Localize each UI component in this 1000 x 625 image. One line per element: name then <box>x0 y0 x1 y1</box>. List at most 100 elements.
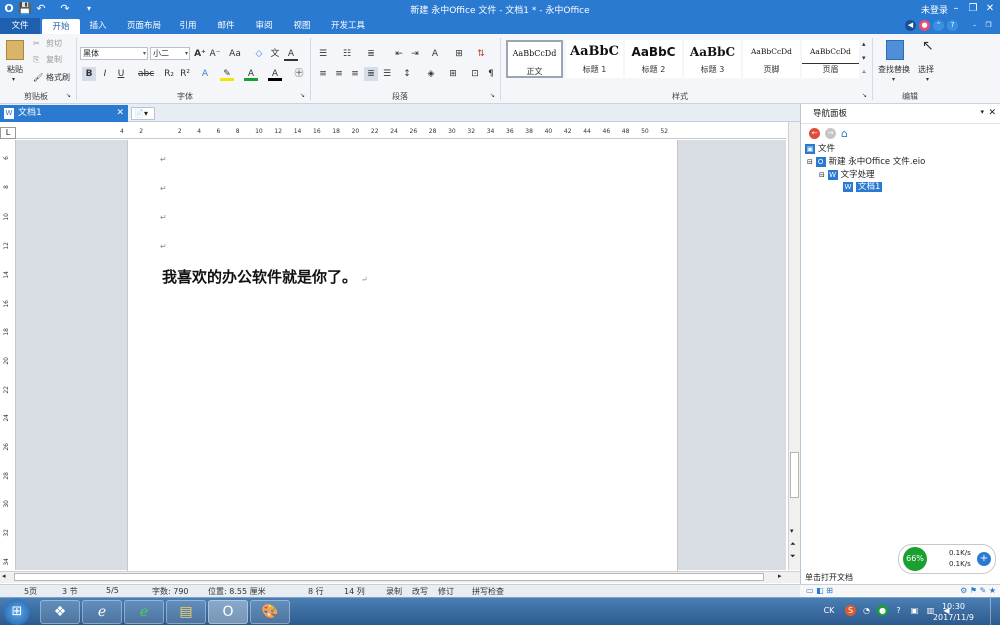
change-case-icon[interactable]: Aa <box>228 47 242 61</box>
highlight-icon[interactable]: ✎ <box>220 67 234 81</box>
styles-scroll-down-icon[interactable]: ▾ <box>862 52 866 64</box>
help-icon[interactable]: ? <box>947 20 958 31</box>
align-right-icon[interactable]: ≡ <box>348 67 362 81</box>
close-window-button[interactable]: ✕ <box>982 2 998 16</box>
paste-dropdown-icon[interactable]: ▾ <box>12 74 15 86</box>
explorer-icon[interactable]: ▤ <box>166 600 206 624</box>
character-spacing-icon[interactable]: ⊞ <box>452 47 466 61</box>
tab-review[interactable]: 审阅 <box>246 18 282 34</box>
nav-close-icon[interactable]: ✕ <box>988 108 996 118</box>
sort-icon[interactable]: ⇅ <box>474 47 488 61</box>
align-center-icon[interactable]: ≡ <box>332 67 346 81</box>
char-shading-icon[interactable]: A <box>268 67 282 81</box>
text-effect-icon[interactable]: A <box>198 67 212 81</box>
format-painter-icon[interactable]: 🖌 <box>33 72 43 84</box>
select-dropdown-icon[interactable]: ▾ <box>926 74 929 86</box>
decrease-indent-icon[interactable]: ⇤ <box>392 47 406 61</box>
document-tab[interactable]: W 文档1 ✕ <box>0 105 128 122</box>
close-tab-icon[interactable]: ✕ <box>116 105 124 122</box>
tray-icon[interactable]: ◔ <box>861 605 872 616</box>
tab-mailings[interactable]: 邮件 <box>208 18 244 34</box>
taskbar-app-icon[interactable]: ❖ <box>40 600 80 624</box>
scroll-left-icon[interactable]: ◂ <box>2 572 6 580</box>
tree-item-project[interactable]: ⊟ O 新建 永中Office 文件.eio <box>807 155 925 167</box>
collapse-icon[interactable]: ⊟ <box>807 158 813 166</box>
user-login-link[interactable]: 未登录 <box>921 3 948 16</box>
start-button[interactable]: ⊞ <box>4 599 30 625</box>
net-add-icon[interactable]: + <box>977 552 991 566</box>
vertical-ruler[interactable]: 6 8 10 12 14 16 18 20 22 24 26 28 30 32 34 <box>0 140 16 570</box>
tab-page-layout[interactable]: 页面布局 <box>118 18 170 34</box>
horizontal-ruler[interactable]: 4 2 2 4 6 8 10 12 14 16 18 20 22 24 26 28 30 32 34 36 38 40 42… <box>16 127 786 139</box>
nav-forward-icon[interactable]: → <box>825 128 836 139</box>
strikethrough-icon[interactable]: abc <box>138 67 154 81</box>
system-clock[interactable]: 10:30 2017/11/9 <box>933 601 974 623</box>
grow-font-icon[interactable]: A⁺ <box>193 47 207 61</box>
new-tab-button[interactable]: 📄▾ <box>131 107 155 120</box>
scroll-down-icon[interactable]: ▾ <box>790 527 794 535</box>
vertical-scroll-thumb[interactable] <box>790 452 799 498</box>
nav-home-icon[interactable]: ⌂ <box>841 127 848 140</box>
font-color-icon[interactable]: A <box>244 67 258 81</box>
style-footer[interactable]: AaBbCcDd 页脚 <box>743 40 800 78</box>
doc-restore-icon[interactable]: ❐ <box>983 20 994 31</box>
tool-icons[interactable]: ⚙ ⚑ ✎ ★ <box>960 586 996 595</box>
doc-minimize-icon[interactable]: – <box>969 20 980 31</box>
body-sentence[interactable]: 我喜欢的办公软件就是你了。 <box>162 268 357 286</box>
styles-scroll-up-icon[interactable]: ▴ <box>862 38 866 50</box>
tray-app-icon[interactable]: S <box>845 605 856 616</box>
scroll-right-icon[interactable]: ▸ <box>778 572 782 580</box>
show-desktop-button[interactable] <box>990 598 1000 625</box>
tray-help-icon[interactable]: ? <box>893 605 904 616</box>
italic-icon[interactable]: I <box>98 67 112 81</box>
collapse-ribbon-icon[interactable]: ⌃ <box>933 20 944 31</box>
format-painter-button[interactable]: 格式刷 <box>46 72 70 84</box>
document-page[interactable] <box>127 140 678 572</box>
style-heading-1[interactable]: AaBbC 标题 1 <box>566 40 623 78</box>
enclosed-char-icon[interactable]: ㊉ <box>292 67 306 81</box>
tray-icon[interactable]: ● <box>877 605 888 616</box>
collapse-icon[interactable]: ⊟ <box>819 171 825 179</box>
vertical-scrollbar[interactable]: ▾ ⏶ ⏷ <box>788 122 800 570</box>
borders-icon[interactable]: ⊞ <box>446 67 460 81</box>
paste-icon[interactable] <box>6 40 24 60</box>
distribute-icon[interactable]: ☰ <box>380 67 394 81</box>
paint-icon[interactable]: 🎨 <box>250 600 290 624</box>
tab-view[interactable]: 视图 <box>284 18 320 34</box>
find-replace-dropdown-icon[interactable]: ▾ <box>892 74 895 86</box>
nav-back-icon[interactable]: ← <box>809 128 820 139</box>
align-left-icon[interactable]: ≡ <box>316 67 330 81</box>
shrink-font-icon[interactable]: A⁻ <box>208 47 222 61</box>
next-page-icon[interactable]: ⏷ <box>790 552 796 561</box>
numbering-icon[interactable]: ☷ <box>340 47 354 61</box>
copy-icon[interactable]: ⎘ <box>33 54 39 66</box>
status-track-changes[interactable]: 修订 <box>438 586 454 597</box>
table-icon[interactable]: ⊡ <box>468 67 482 81</box>
horizontal-scroll-thumb[interactable] <box>14 573 764 581</box>
skin-icon[interactable]: ● <box>919 20 930 31</box>
browser-icon[interactable]: ℯ <box>124 600 164 624</box>
ie-icon[interactable]: ℯ <box>82 600 122 624</box>
clipboard-launcher-icon[interactable]: ↘ <box>66 90 71 102</box>
tree-item-files[interactable]: ▣ 文件 <box>805 142 835 154</box>
copy-button[interactable]: 复制 <box>46 54 62 66</box>
styles-launcher-icon[interactable]: ↘ <box>862 90 867 102</box>
styles-more-icon[interactable]: ⩡ <box>862 66 866 78</box>
tree-item-document[interactable]: W 文档1 <box>843 180 883 192</box>
show-marks-icon[interactable]: ¶ <box>484 67 498 81</box>
bold-icon[interactable]: B <box>82 67 96 81</box>
nav-dropdown-icon[interactable]: ▾ <box>980 108 984 116</box>
cut-icon[interactable]: ✂ <box>33 38 40 50</box>
line-spacing-icon[interactable]: ↕ <box>400 67 414 81</box>
tab-home[interactable]: 开始 <box>42 19 80 34</box>
status-word-count[interactable]: 字数: 790 <box>152 586 189 597</box>
style-header[interactable]: AaBbCcDd 页眉 <box>802 40 859 78</box>
ime-indicator[interactable]: CK <box>820 605 838 616</box>
asian-layout-icon[interactable]: A <box>428 47 442 61</box>
horizontal-scrollbar[interactable]: ◂ ▸ <box>0 571 800 583</box>
minimize-button[interactable]: – <box>948 2 964 16</box>
yozo-office-icon[interactable]: O <box>208 600 248 624</box>
tree-item-word-processing[interactable]: ⊟ W 文字处理 <box>819 168 875 180</box>
superscript-icon[interactable]: R² <box>178 67 192 81</box>
bullets-icon[interactable]: ☰ <box>316 47 330 61</box>
